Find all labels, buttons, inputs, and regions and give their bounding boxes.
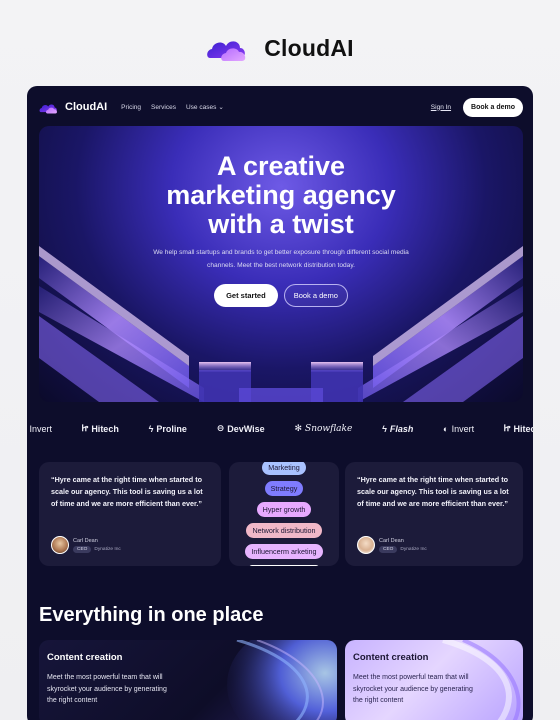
nav-link-use-cases[interactable]: Use cases ⌄: [185, 103, 224, 112]
avatar: [51, 536, 69, 554]
nav-link-pricing[interactable]: Pricing: [121, 103, 141, 111]
tag-strategy: Strategy: [264, 481, 304, 496]
logo-hitech-label: Hitech: [91, 423, 119, 434]
feature-text: Meet the most powerful team that will sk…: [353, 674, 473, 704]
author-role: CEO: [379, 545, 398, 553]
logo-devwise-label: DevWise: [227, 423, 265, 434]
hero-title-line-1: A creative: [216, 151, 346, 181]
logo-hitech: Ꮵ Hitech: [82, 423, 119, 434]
logo-snowflake-label: Snowflake: [305, 423, 353, 434]
testimonial-quote: “Hyre came at the right time when starte…: [357, 475, 509, 508]
book-demo-button[interactable]: Book a demo: [463, 97, 523, 117]
section-title: Everything in one place: [39, 604, 264, 626]
hero-title: A creative marketing agency with a twist: [39, 152, 523, 239]
hero-book-demo-button[interactable]: Book a demo: [283, 284, 348, 307]
website-preview: CloudAI Pricing Services Use cases ⌄ Sig…: [27, 86, 533, 720]
partner-logos: ◐Invert ᏥHitech ϟProline ⊖DevWise ✻Snowf…: [27, 423, 533, 434]
testimonial-quote: “Hyre came at the right time when starte…: [51, 475, 203, 508]
logo-proline: ϟ Proline: [149, 424, 187, 434]
feature-card: Content creation Meet the most powerful …: [39, 640, 337, 720]
logo-hitech-2: ᏥHitech: [504, 423, 533, 434]
testimonial-row: “Hyre came at the right time when starte…: [39, 462, 523, 566]
logo-invert-2-label: Invert: [451, 423, 475, 434]
hero-section: A creative marketing agency with a twist…: [39, 126, 523, 402]
author-company: Dynatize Inc: [94, 546, 121, 552]
nav-link-services[interactable]: Services: [151, 103, 176, 111]
nav-links: Pricing Services Use cases ⌄: [121, 103, 224, 112]
feature-text: Meet the most powerful team that will sk…: [47, 674, 167, 704]
nav-brand-name: CloudAI: [65, 101, 108, 113]
testimonial-author: Carl Dean CEO Dynatize Inc: [51, 536, 121, 554]
feature-title: Content creation: [353, 652, 429, 663]
service-tags: Marketing Strategy Hyper growth Network …: [229, 462, 339, 566]
get-started-button[interactable]: Get started: [214, 284, 278, 307]
author-name: Carl Dean: [73, 537, 98, 544]
nav-link-use-cases-label: Use cases: [185, 103, 217, 111]
hitech-icon: Ꮵ: [81, 423, 89, 433]
tag-hyper-growth: Hyper growth: [256, 502, 312, 517]
brand-name: CloudAI: [264, 34, 354, 61]
tag-network-distribution: Network distribution: [246, 523, 322, 538]
nav-actions: Sign In Book a demo: [431, 97, 523, 117]
brand-header: CloudAI: [0, 34, 560, 62]
testimonial-card: “Hyre came at the right time when starte…: [39, 462, 221, 566]
hero-title-line-3: with a twist: [208, 209, 354, 239]
logo-snowflake: ✻ Snowflake: [294, 423, 352, 434]
cloud-logo-icon: [207, 41, 246, 61]
author-name: Carl Dean: [379, 537, 404, 544]
hero-buttons: Get started Book a demo: [39, 284, 523, 307]
hero-title-line-2: marketing agency: [166, 180, 396, 210]
hero-subtitle: We help small startups and brands to get…: [153, 249, 409, 269]
chevron-down-icon: ⌄: [218, 104, 224, 111]
top-nav: CloudAI Pricing Services Use cases ⌄ Sig…: [39, 96, 523, 118]
nav-brand[interactable]: CloudAI: [39, 101, 107, 114]
logo-proline-label: Proline: [156, 423, 187, 434]
logo-hitech-2-label: Hitech: [513, 423, 533, 434]
hitech-icon: Ꮵ: [503, 423, 511, 433]
logo-invert-label: Invert: [29, 423, 52, 434]
feature-title: Content creation: [47, 652, 123, 663]
logo-devwise: ⊖ DevWise: [217, 423, 265, 434]
devwise-icon: ⊖: [216, 423, 225, 433]
logo-invert-2: ◐ Invert: [443, 424, 474, 434]
author-role: CEO: [73, 545, 92, 553]
logo-flash: ϟ Flash: [382, 424, 413, 434]
tag-influencer-marketing: Influencerm arketing: [245, 544, 323, 559]
flash-icon: ϟ: [382, 423, 387, 434]
feature-card: Content creation Meet the most powerful …: [345, 640, 523, 720]
avatar: [357, 536, 375, 554]
author-company: Dynatize Inc: [400, 546, 427, 552]
tag-partial: [249, 565, 319, 566]
invert-icon: ◐: [443, 423, 449, 434]
logo-invert: ◐Invert: [27, 424, 52, 434]
snowflake-icon: ✻: [294, 423, 303, 433]
testimonial-card: “Hyre came at the right time when starte…: [345, 462, 523, 566]
cloud-logo-icon: [39, 103, 57, 113]
testimonial-author: Carl Dean CEO Dynatize Inc: [357, 536, 427, 554]
tag-marketing: Marketing: [262, 462, 306, 475]
sign-in-link[interactable]: Sign In: [431, 104, 451, 111]
logo-flash-label: Flash: [389, 423, 414, 434]
bolt-icon: ϟ: [148, 423, 154, 434]
